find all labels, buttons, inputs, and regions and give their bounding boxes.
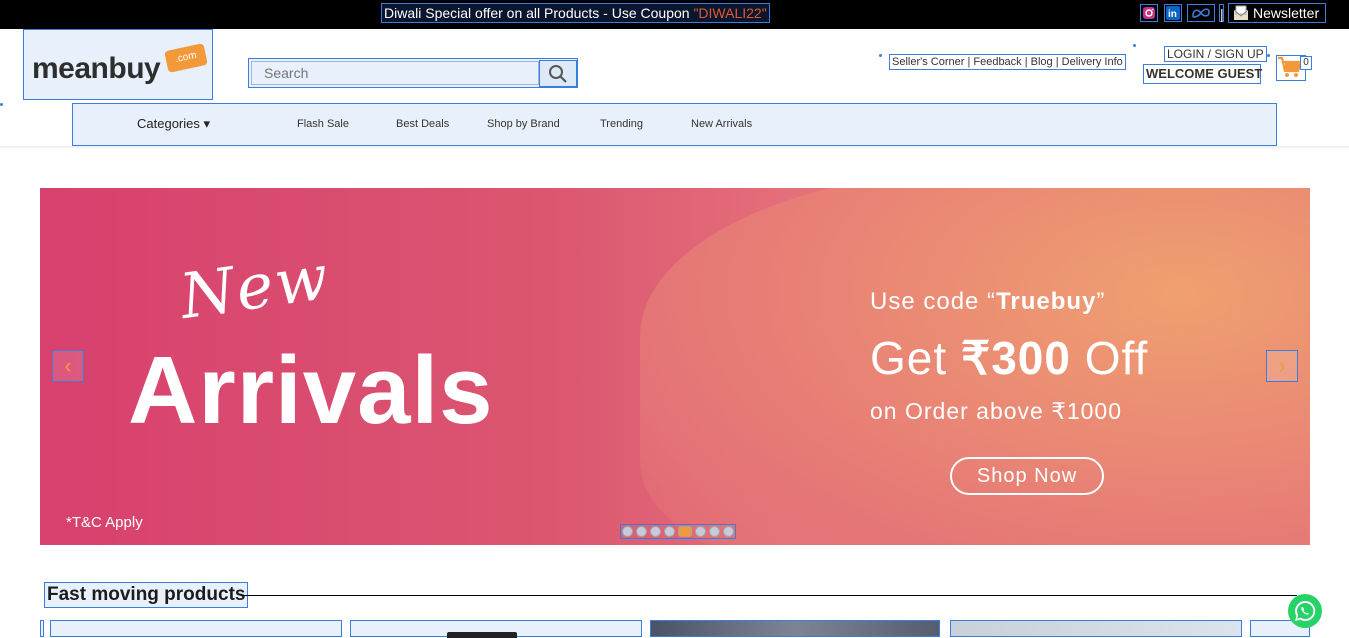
decorative-dot xyxy=(1133,44,1136,47)
offer-amount: ₹300 xyxy=(960,332,1071,384)
whatsapp-icon xyxy=(1295,600,1316,621)
search-bar xyxy=(248,58,578,88)
banner-headline: Arrivals xyxy=(128,337,494,444)
newsletter-link[interactable]: Newsletter xyxy=(1228,3,1326,23)
carousel-next-arrow[interactable]: › xyxy=(1266,350,1298,382)
carousel-dot[interactable] xyxy=(650,526,661,537)
shop-now-button[interactable]: Shop Now xyxy=(950,457,1104,495)
carousel-dot[interactable] xyxy=(678,526,692,537)
carousel-dot[interactable] xyxy=(622,526,633,537)
offer-prefix: Get xyxy=(870,332,961,384)
product-card[interactable] xyxy=(40,620,44,637)
carousel-dot[interactable] xyxy=(709,526,720,537)
product-card[interactable] xyxy=(650,620,940,637)
banner-code-line: Use code “Truebuy” xyxy=(870,288,1105,316)
linkedin-icon[interactable]: in xyxy=(1164,4,1182,22)
carousel-prev-arrow[interactable]: ‹ xyxy=(52,350,84,382)
decorative-dot xyxy=(1267,54,1270,57)
nav-new-arrivals[interactable]: New Arrivals xyxy=(691,118,752,130)
banner-terms: *T&C Apply xyxy=(66,514,143,531)
nav-flash-sale[interactable]: Flash Sale xyxy=(297,118,349,130)
decorative-dot xyxy=(879,54,882,57)
categories-dropdown[interactable]: Categories ▾ xyxy=(137,116,210,132)
section-title: Fast moving products xyxy=(44,582,249,608)
whatsapp-chat-button[interactable] xyxy=(1288,594,1322,628)
promo-text: Diwali Special offer on all Products - U… xyxy=(384,5,694,21)
cart-count-badge: 0 xyxy=(1300,56,1312,70)
site-logo[interactable]: meanbuy .com xyxy=(23,29,213,100)
decorative-dot xyxy=(0,103,3,106)
carousel-dot[interactable] xyxy=(723,526,734,537)
nav-shop-by-brand[interactable]: Shop by Brand xyxy=(487,118,560,130)
carousel-dot[interactable] xyxy=(695,526,706,537)
product-card[interactable] xyxy=(50,620,342,637)
header-links[interactable]: Seller's Corner | Feedback | Blog | Deli… xyxy=(889,54,1126,70)
carousel-indicators xyxy=(620,524,736,539)
banner-offer: Get ₹300 Off xyxy=(870,331,1148,385)
section-rule xyxy=(242,595,1297,596)
nav-best-deals[interactable]: Best Deals xyxy=(396,118,449,130)
product-image xyxy=(447,632,517,638)
logo-tag: .com xyxy=(164,43,208,73)
welcome-guest: WELCOME GUEST xyxy=(1143,64,1262,84)
search-icon xyxy=(549,64,567,83)
logo-wordmark: meanbuy xyxy=(32,52,161,85)
code-suffix: ” xyxy=(1096,288,1106,315)
promo-banner[interactable]: Diwali Special offer on all Products - U… xyxy=(381,3,770,23)
login-signup-link[interactable]: LOGIN / SIGN UP xyxy=(1164,46,1267,62)
instagram-icon[interactable] xyxy=(1140,4,1158,22)
newsletter-label: Newsletter xyxy=(1253,5,1320,21)
separator: | xyxy=(1219,4,1224,22)
code-prefix: Use code “ xyxy=(870,288,997,315)
banner-script-word: New xyxy=(175,239,335,334)
newsletter-icon xyxy=(1233,5,1249,20)
meta-icon[interactable] xyxy=(1187,4,1215,22)
product-card[interactable] xyxy=(950,620,1242,637)
coupon-code: "DIWALI22" xyxy=(693,5,767,21)
hero-carousel[interactable]: New Arrivals *T&C Apply Use code “Truebu… xyxy=(40,188,1310,545)
carousel-dot[interactable] xyxy=(664,526,675,537)
header-divider xyxy=(0,146,1349,148)
product-card[interactable] xyxy=(350,620,642,638)
promo-code: Truebuy xyxy=(996,288,1097,315)
carousel-dot[interactable] xyxy=(636,526,647,537)
top-promo-bar: Diwali Special offer on all Products - U… xyxy=(0,0,1349,29)
main-nav: Categories ▾ Flash Sale Best Deals Shop … xyxy=(72,103,1277,146)
search-button[interactable] xyxy=(539,60,577,87)
search-input[interactable] xyxy=(251,61,539,85)
banner-condition: on Order above ₹1000 xyxy=(870,398,1123,424)
nav-trending[interactable]: Trending xyxy=(600,118,643,130)
svg-text:in: in xyxy=(1168,9,1177,20)
offer-suffix: Off xyxy=(1070,332,1149,384)
